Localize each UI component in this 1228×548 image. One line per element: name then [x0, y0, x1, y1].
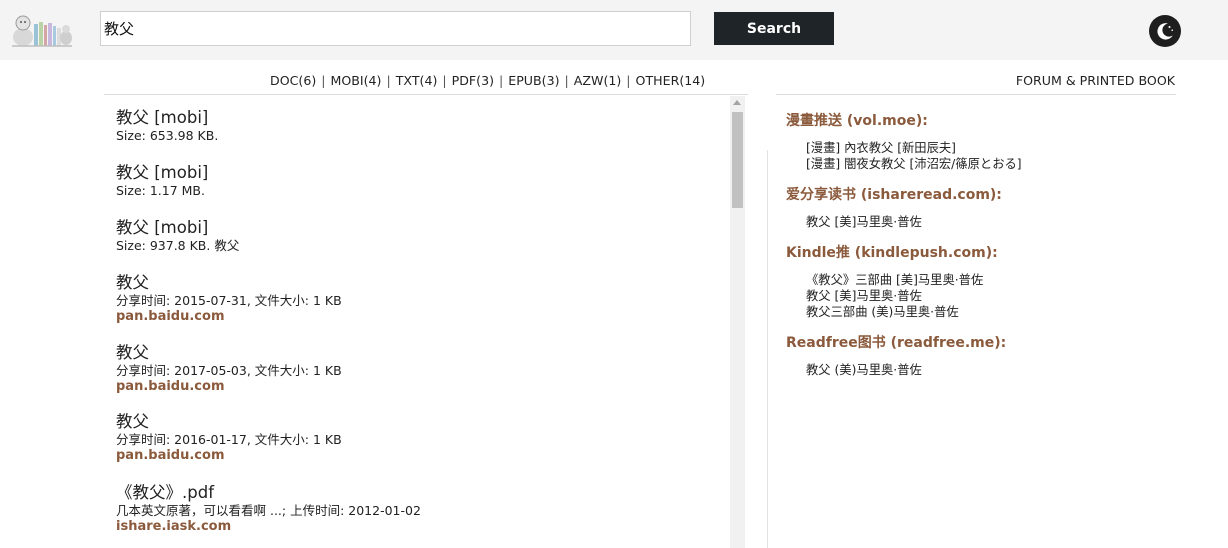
- result-title[interactable]: 教父: [116, 412, 716, 432]
- result-item: 教父 分享时间: 2016-01-17, 文件大小: 1 KB pan.baid…: [116, 412, 716, 464]
- sidebar-link[interactable]: 教父三部曲 (美)马里奥·普佐: [806, 302, 959, 320]
- filter-txt[interactable]: TXT(4): [396, 73, 438, 88]
- result-item: 教父 [mobi] Size: 653.98 KB.: [116, 108, 716, 144]
- filter-divider: [104, 94, 748, 95]
- result-source-link[interactable]: pan.baidu.com: [116, 379, 716, 395]
- sidebar-divider: [767, 150, 768, 548]
- result-meta: Size: 937.8 KB. 教父: [116, 238, 240, 253]
- result-source-link[interactable]: pan.baidu.com: [116, 448, 716, 464]
- result-meta: Size: 653.98 KB.: [116, 128, 219, 143]
- sidebar-heading-kindlepush: Kindle推 (kindlepush.com):: [786, 245, 998, 261]
- search-input[interactable]: [100, 11, 691, 46]
- theme-toggle[interactable]: [1149, 15, 1181, 47]
- header: Search: [0, 0, 1228, 60]
- result-item: 教父 分享时间: 2015-07-31, 文件大小: 1 KB pan.baid…: [116, 273, 716, 325]
- filter-mobi[interactable]: MOBI(4): [331, 73, 382, 88]
- result-title[interactable]: 教父 [mobi]: [116, 163, 716, 183]
- sidebar-link[interactable]: [漫畫] 闇夜女教父 [沛沼宏/篠原とおる]: [806, 154, 1022, 172]
- sidebar-heading-volmoe: 漫畫推送 (vol.moe):: [786, 113, 928, 129]
- result-item: 教父 [mobi] Size: 1.17 MB.: [116, 163, 716, 199]
- scrollbar-thumb[interactable]: [732, 112, 743, 208]
- bookshelf-logo-icon[interactable]: [10, 10, 74, 48]
- sidebar-heading-ishareread: 爱分享读书 (ishareread.com):: [786, 187, 1002, 203]
- result-meta: 分享时间: 2016-01-17, 文件大小: 1 KB: [116, 432, 342, 447]
- result-source-link[interactable]: ishare.iask.com: [116, 519, 716, 535]
- forum-divider: [776, 94, 1176, 95]
- scroll-up-arrow-icon[interactable]: [733, 100, 741, 105]
- result-title[interactable]: 教父 [mobi]: [116, 218, 716, 238]
- filter-other[interactable]: OTHER(14): [636, 73, 706, 88]
- result-meta: Size: 1.17 MB.: [116, 183, 205, 198]
- filter-epub[interactable]: EPUB(3): [508, 73, 559, 88]
- format-filter-bar: DOC(6) | MOBI(4) | TXT(4) | PDF(3) | EPUB(3) | AZW…: [270, 73, 706, 88]
- result-title[interactable]: 《教父》.pdf: [116, 483, 716, 503]
- results-scrollbar[interactable]: [730, 96, 745, 548]
- results-list: 教父 [mobi] Size: 653.98 KB. 教父 [mobi] Siz…: [104, 96, 730, 548]
- result-title[interactable]: 教父: [116, 273, 716, 293]
- filter-pdf[interactable]: PDF(3): [452, 73, 494, 88]
- result-title[interactable]: 教父: [116, 343, 716, 363]
- search-button[interactable]: Search: [714, 12, 834, 45]
- result-item: 教父 [mobi] Size: 937.8 KB. 教父: [116, 218, 716, 254]
- result-source-link[interactable]: pan.baidu.com: [116, 309, 716, 325]
- result-item: 《教父》.pdf 几本英文原著，可以看看啊 ...; 上传时间: 2012-01…: [116, 483, 716, 535]
- result-item: 教父 分享时间: 2017-05-03, 文件大小: 1 KB pan.baid…: [116, 343, 716, 395]
- filter-doc[interactable]: DOC(6): [270, 73, 316, 88]
- sidebar-link[interactable]: 教父 [美]马里奥·普佐: [806, 212, 922, 230]
- result-title[interactable]: 教父 [mobi]: [116, 108, 716, 128]
- result-meta: 几本英文原著，可以看看啊 ...; 上传时间: 2012-01-02: [116, 503, 421, 518]
- sidebar-heading-readfree: Readfree图书 (readfree.me):: [786, 335, 1007, 351]
- moon-icon: [1157, 23, 1173, 40]
- result-meta: 分享时间: 2017-05-03, 文件大小: 1 KB: [116, 363, 342, 378]
- sidebar-link[interactable]: 教父 (美)马里奥·普佐: [806, 360, 922, 378]
- filter-azw[interactable]: AZW(1): [574, 73, 622, 88]
- result-meta: 分享时间: 2015-07-31, 文件大小: 1 KB: [116, 293, 342, 308]
- forum-printed-book-link[interactable]: FORUM & PRINTED BOOK: [1000, 73, 1175, 88]
